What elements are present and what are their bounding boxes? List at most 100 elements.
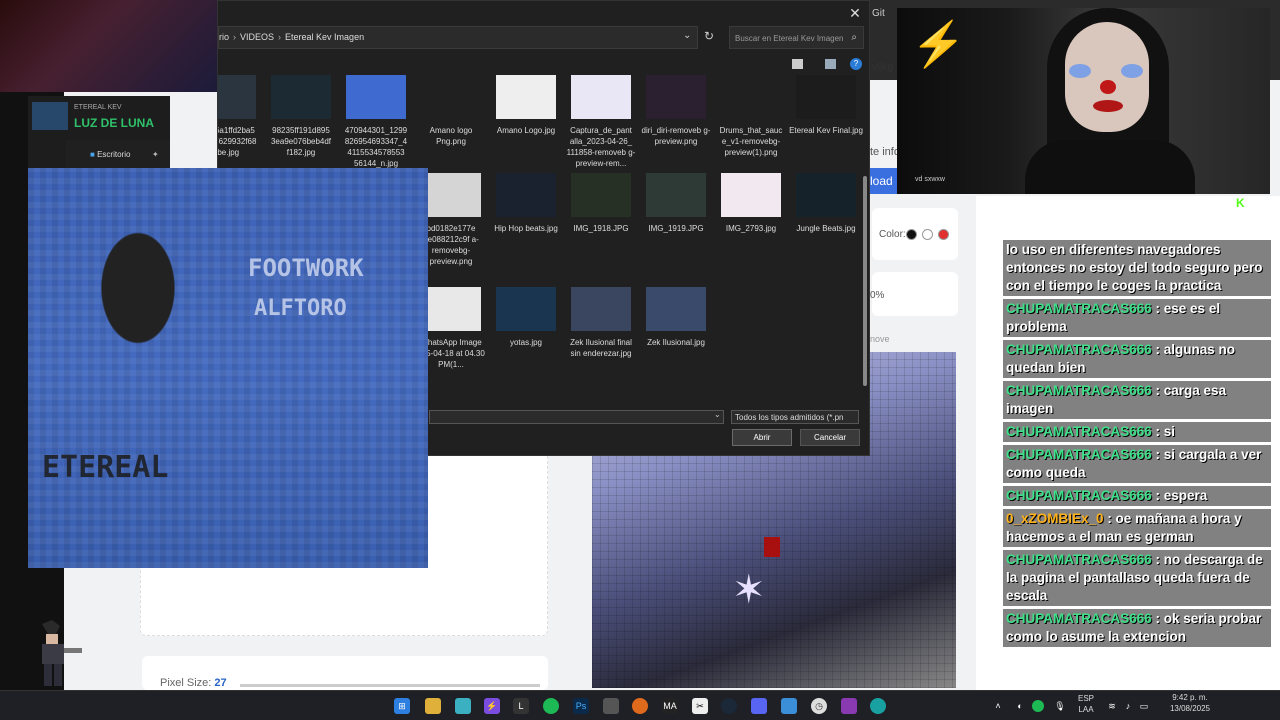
discord-icon[interactable]	[751, 698, 767, 714]
file-item[interactable]: Amano Logo.jpg	[489, 75, 563, 136]
chat-username[interactable]: CHUPAMATRACAS666	[1006, 552, 1152, 567]
chat-username[interactable]: CHUPAMATRACAS666	[1006, 383, 1152, 398]
file-name: Captura_de_pant alla_2023-04-26_ 111858-…	[566, 126, 636, 168]
pixel-red-detail	[764, 537, 780, 557]
clock-app-icon[interactable]: ◷	[811, 698, 827, 714]
file-item[interactable]: IMG_2793.jpg	[714, 173, 788, 234]
file-item[interactable]: Amano logo Png.png	[414, 75, 488, 147]
file-item[interactable]: Zek Ilusional.jpg	[639, 287, 713, 348]
language-indicator[interactable]: ESP LAA	[1078, 693, 1094, 715]
move-label: nove	[870, 334, 890, 344]
chevron-down-icon[interactable]: ⌄	[683, 30, 691, 41]
preview-pane-icon[interactable]	[825, 59, 836, 69]
firefox-icon[interactable]	[632, 698, 648, 714]
chat-message: CHUPAMATRACAS666 : si cargala a ver como…	[1003, 445, 1271, 483]
upload-button[interactable]: load	[870, 168, 898, 194]
volume-icon[interactable]: ♪	[1120, 698, 1136, 714]
open-button[interactable]: Abrir	[732, 429, 792, 446]
help-icon[interactable]: ?	[850, 58, 862, 70]
chat-username[interactable]: CHUPAMATRACAS666	[1006, 301, 1152, 316]
file-item[interactable]: yotas.jpg	[489, 287, 563, 348]
file-thumbnail	[796, 75, 856, 119]
character-sprite	[42, 620, 82, 686]
file-item[interactable]: Hip Hop beats.jpg	[489, 173, 563, 234]
browser-tab-label[interactable]: Git	[872, 8, 885, 19]
lightning-app-icon[interactable]: ⚡	[484, 698, 500, 714]
file-thumbnail	[721, 75, 781, 119]
file-thumbnail	[496, 75, 556, 119]
refresh-icon[interactable]: ↻	[704, 29, 714, 43]
file-item[interactable]: IMG_1919.JPG	[639, 173, 713, 234]
live-app-icon[interactable]: L	[513, 698, 529, 714]
breadcrumb-item[interactable]: VIDEOS	[240, 32, 274, 42]
cube-app-icon[interactable]	[603, 698, 619, 714]
notepad-icon[interactable]	[455, 698, 471, 714]
chat-username[interactable]: CHUPAMATRACAS666	[1006, 447, 1152, 462]
address-bar[interactable]: rio › VIDEOS › Etereal Kev Imagen	[218, 26, 698, 49]
color-swatch-red[interactable]	[938, 229, 949, 240]
breadcrumb-item[interactable]: Etereal Kev Imagen	[285, 32, 364, 42]
wifi-icon[interactable]: ≋	[1104, 698, 1120, 714]
file-item[interactable]: diri_diri-removeb g-preview.png	[639, 75, 713, 147]
percent-card	[872, 272, 958, 316]
file-name: 98235ff191d895 3ea9e076beb4df f182.jpg	[270, 126, 332, 157]
steam-icon[interactable]	[721, 698, 737, 714]
filetype-select[interactable]: Todos los tipos admitidos (*.pn	[731, 410, 859, 424]
chat-username[interactable]: CHUPAMATRACAS666	[1006, 611, 1152, 626]
capcut-icon[interactable]: ✂	[692, 698, 708, 714]
streamer-logo: ⚡	[911, 20, 966, 69]
file-item[interactable]: Drums_that_sauc e_v1-removebg- preview(1…	[714, 75, 788, 158]
file-name: Drums_that_sauc e_v1-removebg- preview(1…	[719, 126, 783, 157]
file-item[interactable]: Captura_de_pant alla_2023-04-26_ 111858-…	[564, 75, 638, 169]
pixel-size-slider[interactable]	[240, 684, 540, 687]
file-item[interactable]: 98235ff191d895 3ea9e076beb4df f182.jpg	[264, 75, 338, 158]
search-input[interactable]: Buscar en Etereal Kev Imagen ⌕	[729, 26, 864, 49]
file-thumbnail	[646, 287, 706, 331]
file-name: yotas.jpg	[509, 338, 543, 347]
edge-icon[interactable]	[870, 698, 886, 714]
pin-icon[interactable]: ✦	[152, 150, 159, 159]
microphone-icon[interactable]: 🎙	[1052, 698, 1068, 714]
chat-username[interactable]: 0_xZOMBIEx_0	[1006, 511, 1104, 526]
chat-overlay: lo uso en diferentes navegadores entonce…	[1003, 240, 1271, 690]
chat-username[interactable]: CHUPAMATRACAS666	[1006, 342, 1152, 357]
file-name: 56036a1ffd2ba5 ccf117629932f68 8be.jpg	[218, 126, 257, 157]
cancel-button[interactable]: Cancelar	[800, 429, 860, 446]
game-app-icon[interactable]	[841, 698, 857, 714]
chat-username[interactable]: CHUPAMATRACAS666	[1006, 488, 1152, 503]
scrollbar[interactable]	[863, 176, 867, 386]
file-thumbnail	[646, 75, 706, 119]
chevron-up-icon[interactable]: ˄	[990, 698, 1006, 714]
pixel-size-label: Pixel Size: 27	[160, 677, 227, 689]
spotify-icon[interactable]	[543, 698, 559, 714]
file-item[interactable]: Jungle Beats.jpg	[789, 173, 863, 234]
start-icon[interactable]: ⊞	[394, 698, 410, 714]
chat-message: CHUPAMATRACAS666 : ese es el problema	[1003, 299, 1271, 337]
chevron-down-icon[interactable]: ⌄	[714, 410, 721, 419]
sidebar-item-escritorio[interactable]: ■ Escritorio	[90, 150, 130, 159]
filename-field[interactable]	[429, 410, 724, 424]
tray-spotify-icon[interactable]	[1032, 700, 1044, 712]
file-item[interactable]: Zek Ilusional final sin enderezar.jpg	[564, 287, 638, 359]
tray-app-icon[interactable]: ◐	[1012, 698, 1028, 714]
ma-app-icon[interactable]: MA	[662, 698, 678, 714]
color-swatch-black[interactable]	[906, 229, 917, 240]
view-mode-icon[interactable]	[792, 59, 803, 69]
clown-nose	[1100, 80, 1116, 94]
art-text-3: ETEREAL	[42, 450, 169, 485]
language-code: ESP	[1078, 694, 1095, 703]
color-swatch-white[interactable]	[922, 229, 933, 240]
file-item[interactable]: 56036a1ffd2ba5 ccf117629932f68 8be.jpg	[218, 75, 263, 158]
file-item[interactable]: Etereal Kev Final.jpg	[789, 75, 863, 136]
close-icon[interactable]: ✕	[847, 5, 863, 21]
battery-icon[interactable]: ▭	[1136, 698, 1152, 714]
file-item[interactable]: IMG_1918.JPG	[564, 173, 638, 234]
photoshop-icon[interactable]: Ps	[573, 698, 589, 714]
file-thumbnail	[346, 75, 406, 119]
file-explorer-icon[interactable]	[425, 698, 441, 714]
breadcrumb-item[interactable]: rio	[219, 32, 229, 42]
chat-username[interactable]: CHUPAMATRACAS666	[1006, 424, 1152, 439]
paint-icon[interactable]	[781, 698, 797, 714]
system-clock[interactable]: 9:42 p. m. 13/08/2025	[1160, 692, 1220, 714]
file-item[interactable]: 470944301_1299 826954693347_4 4115534578…	[339, 75, 413, 169]
